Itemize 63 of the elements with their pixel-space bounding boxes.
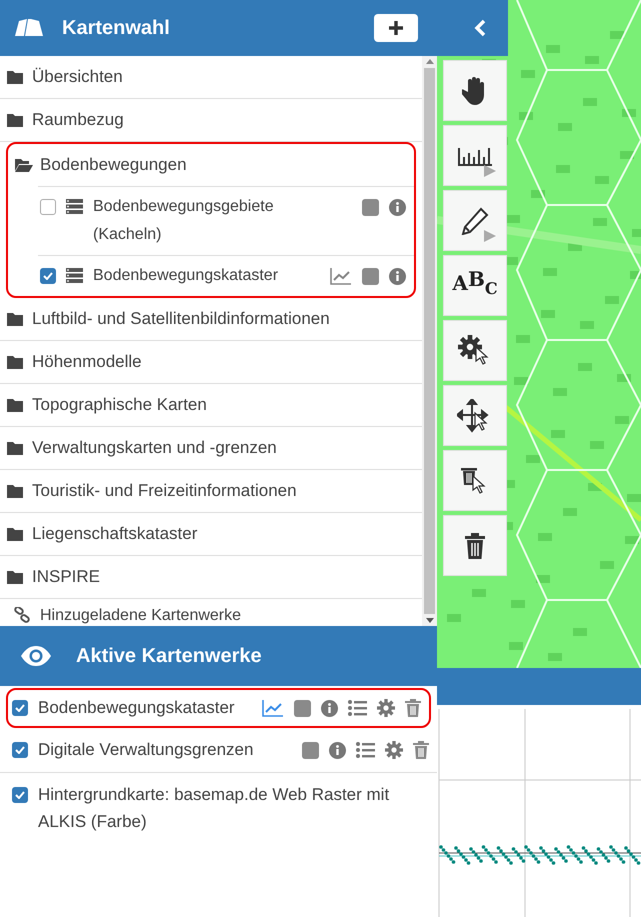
checkmark-icon [15,746,25,754]
info-icon[interactable] [329,742,346,758]
pencil-icon [461,206,489,234]
checkbox[interactable] [40,268,56,284]
link-icon [14,607,30,623]
tree-item[interactable]: Liegenschaftskataster [32,524,198,544]
trash-icon [465,532,485,558]
map-tool-button[interactable] [443,450,507,511]
settings-icon[interactable] [385,741,403,759]
legend-square-icon[interactable] [302,742,319,758]
legend-square-icon[interactable] [362,198,379,216]
tree-item[interactable]: Luftbild- und Satellitenbildinformationen [32,309,330,329]
panel-title: Kartenwahl [62,16,171,40]
plus-icon [388,20,404,36]
checkmark-icon [43,272,53,280]
legend-square-icon[interactable] [362,268,379,284]
collapse-button[interactable] [474,19,486,37]
add-button[interactable] [374,14,418,42]
map-book-icon [14,18,44,38]
trash-icon[interactable] [413,741,429,759]
info-icon[interactable] [389,198,406,216]
checkmark-icon [15,704,25,712]
layer-name[interactable]: Bodenbewegungskataster [93,262,308,290]
eye-icon [20,645,52,667]
legend-square-icon[interactable] [294,700,311,716]
tree-item[interactable]: Touristik- und Freizeitinformationen [32,481,297,501]
checkbox[interactable] [40,199,56,215]
tree-item[interactable]: INSPIRE [32,567,100,587]
section-title: Aktive Kartenwerke [76,644,262,668]
list-icon[interactable] [356,742,375,758]
map-tool-button[interactable] [443,60,507,121]
tree-item[interactable]: Hinzugeladene Kartenwerke [40,607,242,625]
tree-item[interactable]: Raumbezug [32,110,124,130]
tree-item[interactable]: Höhenmodelle [32,352,142,372]
ruler-icon [457,146,493,166]
info-icon[interactable] [389,268,406,284]
line-chart-icon[interactable] [262,699,284,717]
tree-item[interactable]: Übersichten [32,67,123,87]
tree-item[interactable]: Verwaltungskarten und -grenzen [32,438,277,458]
layer-stack-icon [66,199,83,214]
layer-name[interactable]: Bodenbewegungskataster [38,694,252,721]
checkbox[interactable] [12,700,28,716]
trash-icon[interactable] [405,699,421,717]
layer-name[interactable]: Bodenbewegungsgebiete (Kacheln) [93,193,308,249]
map-tool-button[interactable] [443,190,507,251]
checkbox[interactable] [12,787,28,803]
scrollbar[interactable] [422,56,437,626]
layer-stack-icon [66,268,83,283]
tree-item[interactable]: Bodenbewegungen [40,155,187,175]
checkmark-icon [15,791,25,799]
map-tool-button[interactable] [443,385,507,446]
chevron-left-icon [474,19,486,37]
line-chart-icon[interactable] [330,267,352,285]
tree-item[interactable]: Topographische Karten [32,395,207,415]
checkbox[interactable] [12,742,28,758]
layer-name[interactable]: Digitale Verwaltungsgrenzen [38,736,292,763]
list-icon[interactable] [348,700,367,716]
settings-icon[interactable] [377,699,395,717]
map-tool-button[interactable] [443,125,507,186]
map-tool-button[interactable] [443,515,507,576]
info-icon[interactable] [321,700,338,716]
map-tool-button[interactable] [443,320,507,381]
layer-name[interactable]: Hintergrundkarte: basemap.de Web Raster mit ALKIS (Farbe) [38,781,429,835]
